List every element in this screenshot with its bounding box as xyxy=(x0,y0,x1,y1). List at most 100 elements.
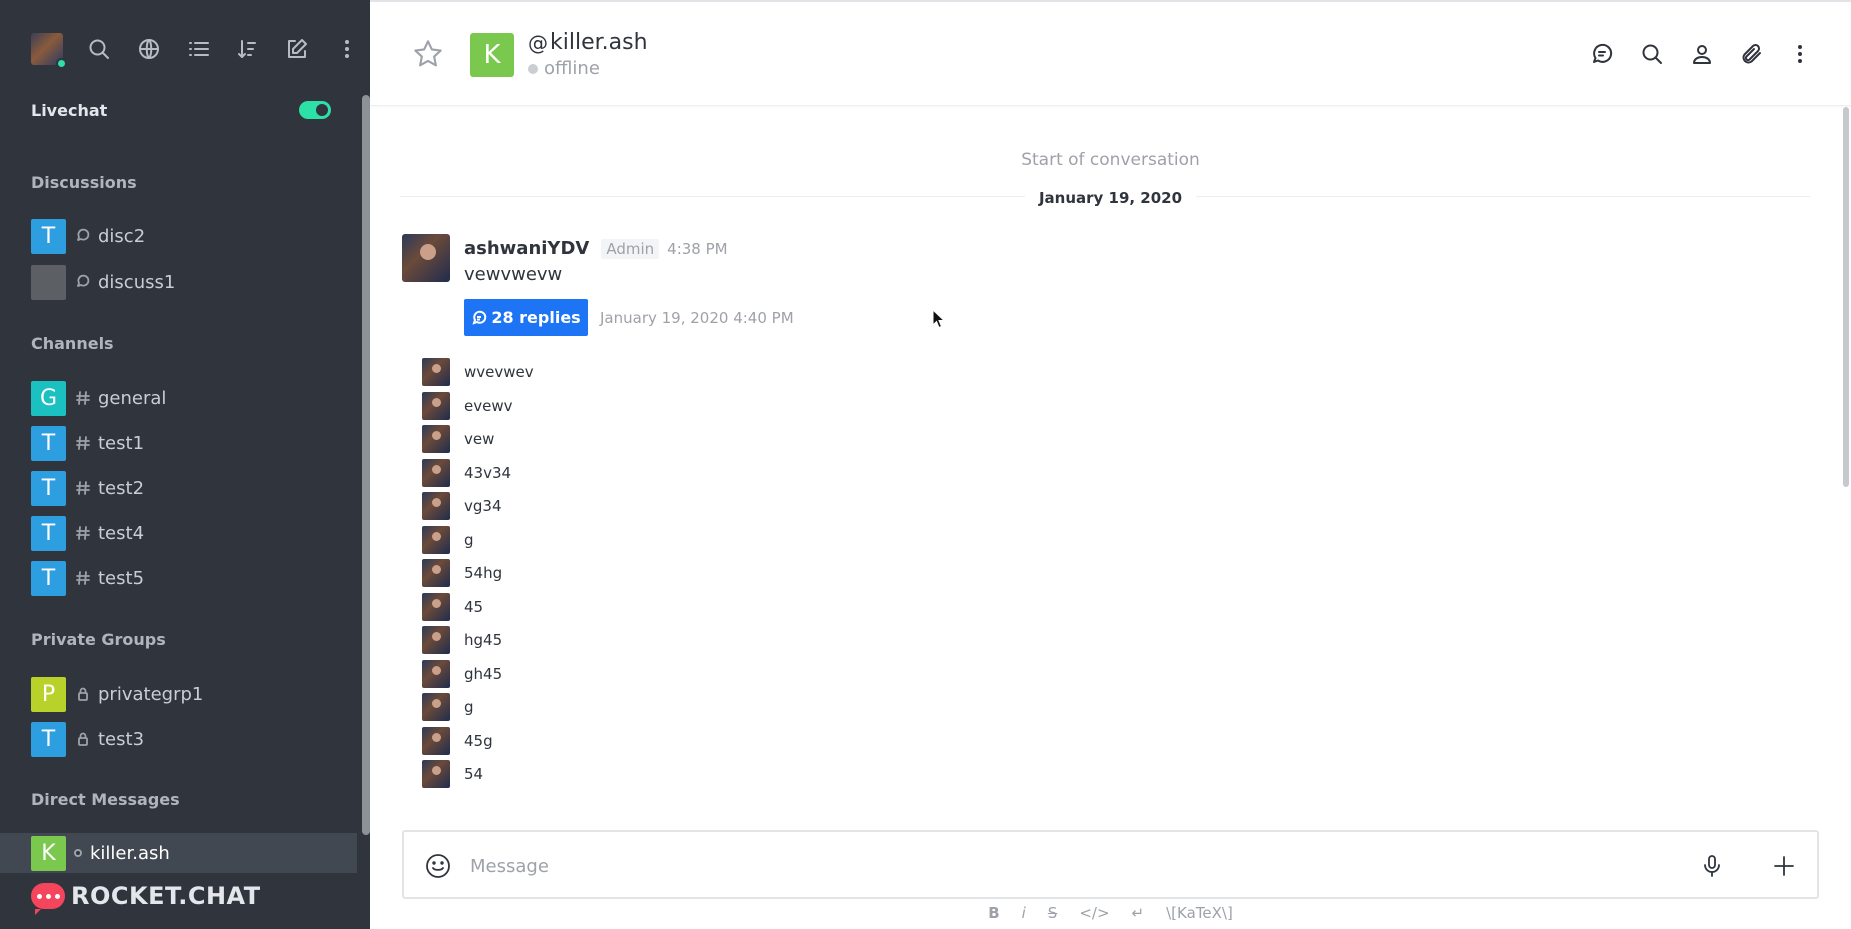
hashtag-icon xyxy=(74,479,92,497)
microphone-icon[interactable] xyxy=(1698,852,1726,880)
strike-button[interactable]: S xyxy=(1048,904,1058,922)
message-avatar[interactable] xyxy=(422,392,450,420)
room-header: K @ killer.ash offline xyxy=(370,2,1851,106)
katex-button[interactable]: \[KaTeX\] xyxy=(1166,904,1233,922)
hashtag-icon xyxy=(74,389,92,407)
section-title-channels: Channels xyxy=(31,334,114,353)
livechat-toggle[interactable] xyxy=(299,101,331,119)
message-avatar[interactable] xyxy=(422,593,450,621)
sequential-message[interactable]: vg34 xyxy=(422,491,1122,521)
search-messages-icon[interactable] xyxy=(1638,40,1666,68)
message-avatar[interactable] xyxy=(422,727,450,755)
sidebar-item-test5[interactable]: T test5 xyxy=(31,558,357,598)
message-time: 4:38 PM xyxy=(667,239,728,258)
sidebar-item-killer-ash[interactable]: K killer.ash xyxy=(0,833,357,873)
room-name: killer.ash xyxy=(90,842,170,864)
code-button[interactable]: </> xyxy=(1079,904,1109,922)
sidebar-scrollbar[interactable] xyxy=(362,95,370,835)
multiline-button[interactable]: ↵ xyxy=(1132,904,1145,922)
emoji-icon[interactable] xyxy=(424,852,452,880)
view-list-icon[interactable] xyxy=(186,36,212,62)
sequential-message[interactable]: g xyxy=(422,692,1122,722)
sidebar-item-discuss1[interactable]: discuss1 xyxy=(31,262,357,302)
plus-icon[interactable] xyxy=(1770,852,1798,880)
lock-icon xyxy=(74,730,92,748)
brand-text: ROCKET.CHAT xyxy=(71,882,261,910)
room-avatar: T xyxy=(31,425,66,461)
sidebar-item-test1[interactable]: T test1 xyxy=(31,423,357,463)
room-main: K @ killer.ash offline Start of conversa… xyxy=(370,0,1851,929)
sequential-message[interactable]: vew xyxy=(422,424,1122,454)
room-name: test3 xyxy=(98,728,145,750)
lock-icon xyxy=(74,685,92,703)
sequential-message[interactable]: 54 xyxy=(422,759,1122,789)
sidebar-item-general[interactable]: G general xyxy=(31,378,357,418)
sequential-message[interactable]: 45 xyxy=(422,592,1122,622)
section-title-private-groups: Private Groups xyxy=(31,630,166,649)
role-badge: Admin xyxy=(601,238,660,259)
directory-globe-icon[interactable] xyxy=(136,36,162,62)
livechat-row: Livechat xyxy=(31,98,331,122)
message-avatar[interactable] xyxy=(422,559,450,587)
room-name: test2 xyxy=(98,477,145,499)
sequential-message[interactable]: 45g xyxy=(422,726,1122,756)
sidebar-item-test2[interactable]: T test2 xyxy=(31,468,357,508)
message-text: 45g xyxy=(464,732,493,750)
message-input[interactable] xyxy=(470,850,1670,882)
room-name: privategrp1 xyxy=(98,683,204,705)
more-vertical-icon[interactable] xyxy=(334,36,360,62)
italic-button[interactable]: i xyxy=(1022,904,1026,922)
sequential-message[interactable]: wvevwev xyxy=(422,357,1122,387)
sequential-message[interactable]: hg45 xyxy=(422,625,1122,655)
hashtag-icon xyxy=(74,569,92,587)
sequential-message[interactable]: 54hg xyxy=(422,558,1122,588)
discussion-icon[interactable] xyxy=(1588,40,1616,68)
message-header: ashwaniYDV Admin 4:38 PM xyxy=(464,238,728,259)
room-avatar: T xyxy=(31,218,66,254)
message-avatar[interactable] xyxy=(422,425,450,453)
room-name: disc2 xyxy=(98,225,146,247)
message-avatar[interactable] xyxy=(422,660,450,688)
message-avatar[interactable] xyxy=(422,626,450,654)
message-avatar[interactable] xyxy=(422,760,450,788)
room-name: general xyxy=(98,387,167,409)
user-info-icon[interactable] xyxy=(1688,40,1716,68)
search-icon[interactable] xyxy=(86,36,112,62)
message-avatar[interactable] xyxy=(422,693,450,721)
favorite-star-icon[interactable] xyxy=(412,38,444,70)
room-status: offline xyxy=(528,58,600,79)
offline-status-icon xyxy=(74,849,82,857)
message-text: vg34 xyxy=(464,497,502,515)
message-text: 45 xyxy=(464,598,484,616)
sidebar-item-privategrp1[interactable]: P privategrp1 xyxy=(31,674,357,714)
bold-button[interactable]: B xyxy=(988,904,999,922)
replies-button[interactable]: 28 replies xyxy=(464,299,588,336)
message-text: 54hg xyxy=(464,564,503,582)
kebab-menu-icon[interactable] xyxy=(1786,40,1814,68)
message-text: vew xyxy=(464,430,495,448)
start-of-conversation: Start of conversation xyxy=(1021,150,1200,170)
user-avatar[interactable] xyxy=(31,33,67,69)
attachment-icon[interactable] xyxy=(1738,40,1766,68)
sidebar-item-disc2[interactable]: T disc2 xyxy=(31,216,357,256)
sequential-message[interactable]: 43v34 xyxy=(422,458,1122,488)
sidebar-item-test3[interactable]: T test3 xyxy=(31,719,357,759)
message-author[interactable]: ashwaniYDV xyxy=(464,238,589,259)
message-avatar[interactable] xyxy=(402,234,450,282)
message-avatar[interactable] xyxy=(422,459,450,487)
sequential-message[interactable]: g xyxy=(422,525,1122,555)
message-avatar[interactable] xyxy=(422,526,450,554)
message-avatar[interactable] xyxy=(422,492,450,520)
sequential-message[interactable]: evewv xyxy=(422,391,1122,421)
room-avatar xyxy=(31,264,66,300)
sequential-message[interactable]: gh45 xyxy=(422,659,1122,689)
date-divider: January 19, 2020 xyxy=(370,188,1851,207)
sort-icon[interactable] xyxy=(234,36,260,62)
sidebar-item-test4[interactable]: T test4 xyxy=(31,513,357,553)
room-avatar: T xyxy=(31,721,66,757)
replies-label: 28 replies xyxy=(491,308,581,327)
create-new-icon[interactable] xyxy=(284,36,310,62)
message-avatar[interactable] xyxy=(422,358,450,386)
room-avatar: K xyxy=(31,835,66,871)
message-text: wvevwev xyxy=(464,363,534,381)
